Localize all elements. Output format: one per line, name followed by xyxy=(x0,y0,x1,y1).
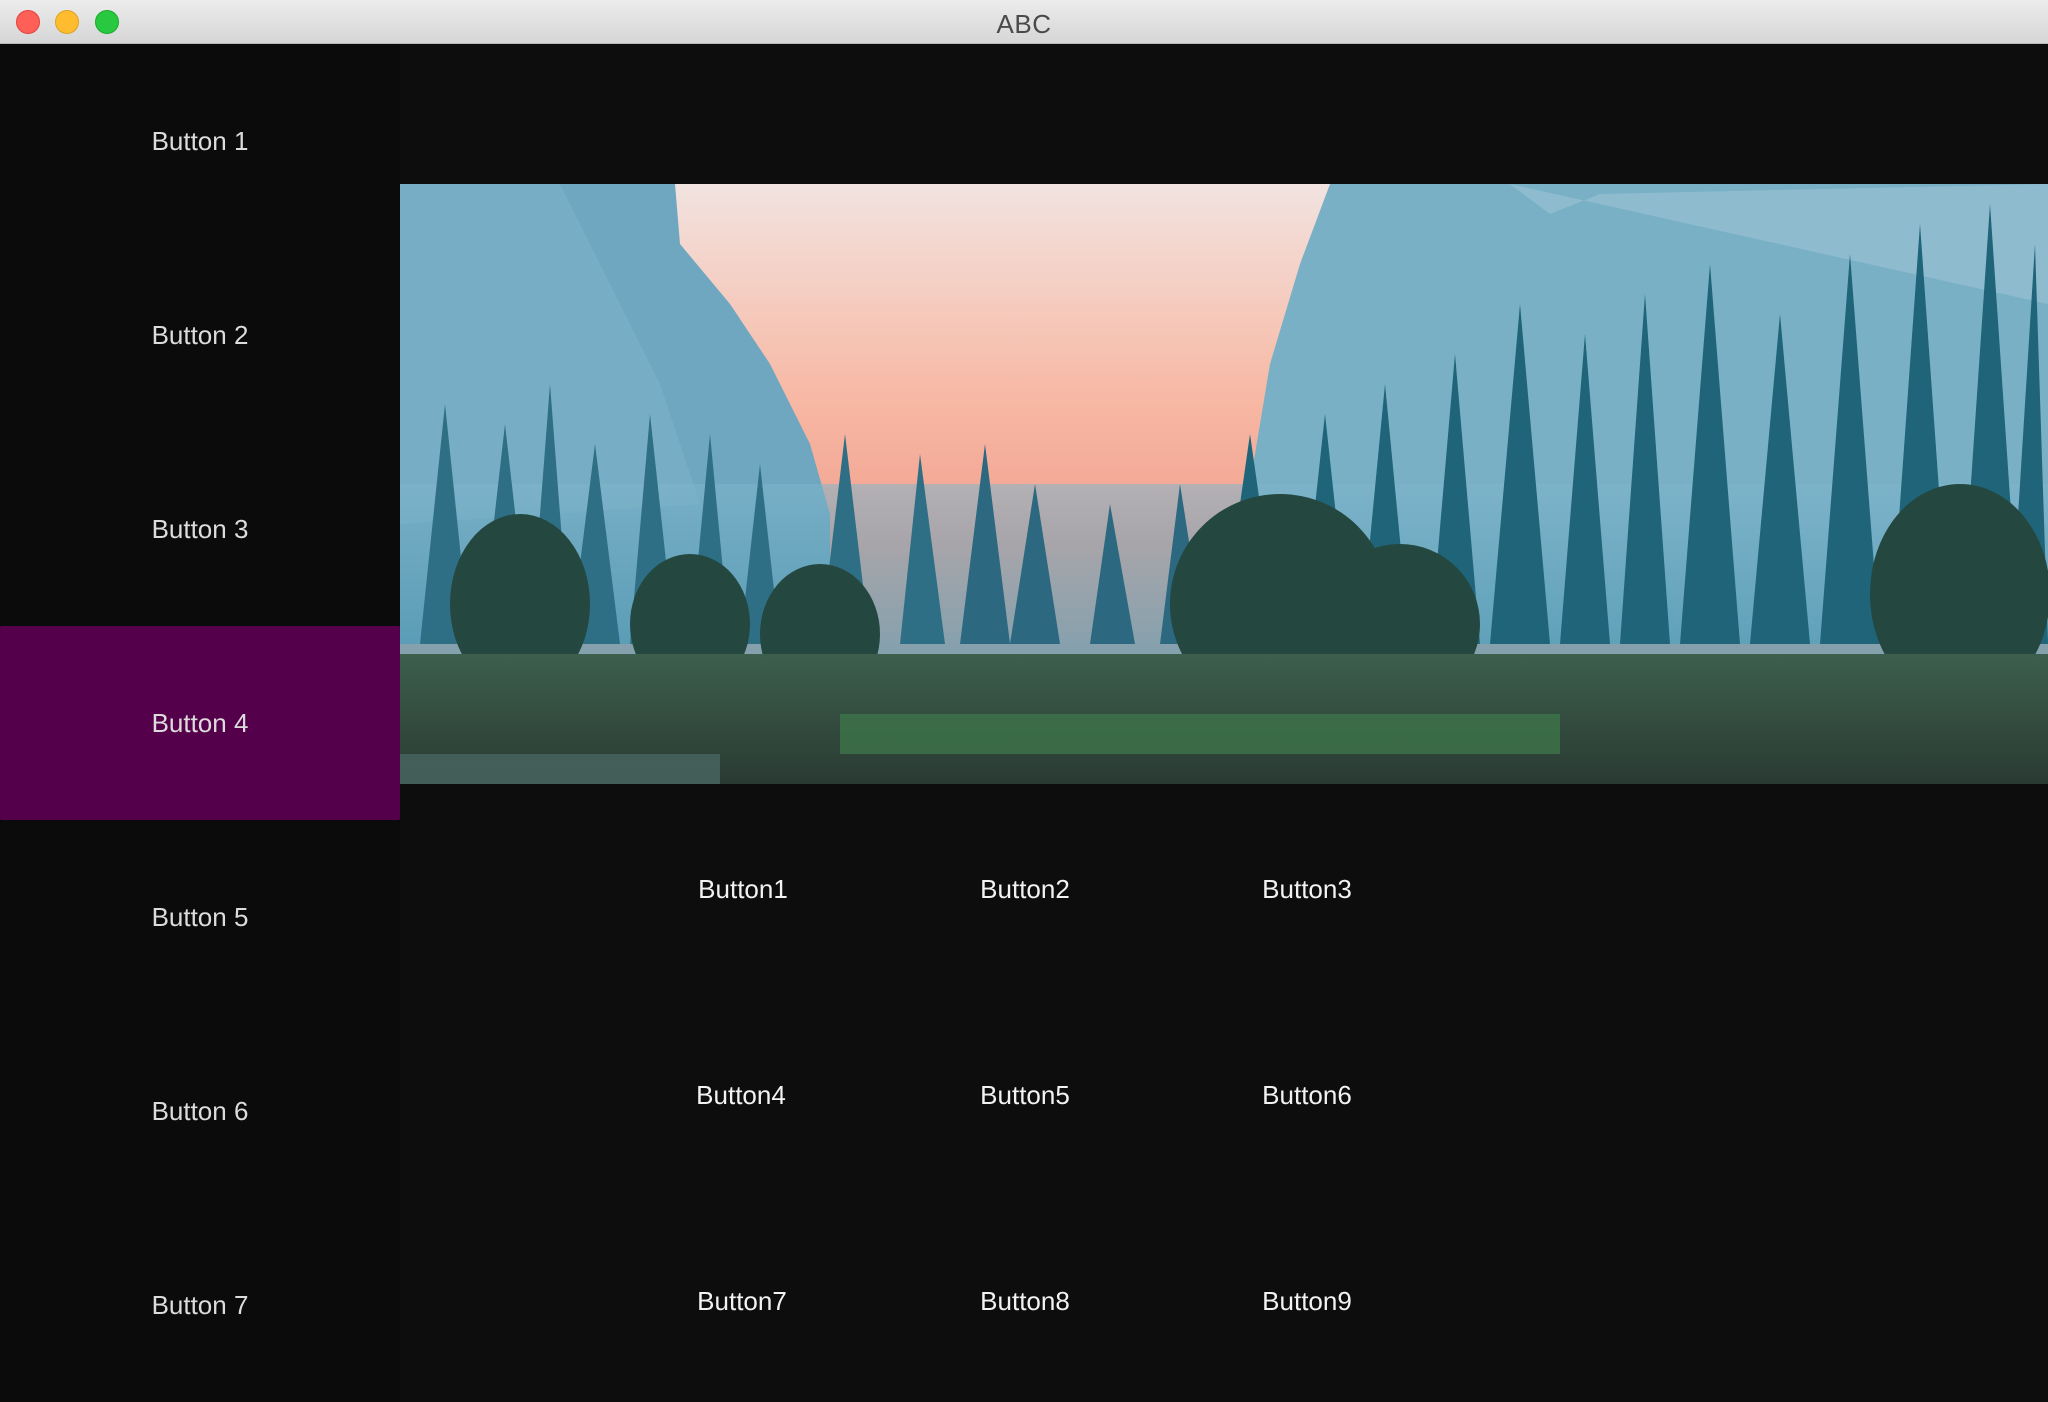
sidebar-button-2[interactable]: Button 2 xyxy=(0,238,400,432)
grid-button-9[interactable]: Button9 xyxy=(1207,1286,1407,1317)
sidebar-button-label: Button 2 xyxy=(151,319,249,350)
sidebar-button-label: Button 4 xyxy=(151,707,249,738)
landscape-illustration xyxy=(400,184,2048,784)
sidebar-button-label: Button 7 xyxy=(151,1289,249,1320)
grid-button-5[interactable]: Button5 xyxy=(925,1080,1125,1111)
sidebar-button-label: Button 5 xyxy=(151,901,249,932)
title-bar[interactable]: ABC xyxy=(0,0,2048,44)
main-content: Button 1 Button 2 Button 3 Button 4 Butt… xyxy=(0,44,2048,1402)
grid-button-7[interactable]: Button7 xyxy=(642,1286,842,1317)
sidebar-button-7[interactable]: Button 7 xyxy=(0,1208,400,1402)
sidebar-button-5[interactable]: Button 5 xyxy=(0,820,400,1014)
landscape-image xyxy=(400,184,2048,784)
sidebar-button-label: Button 6 xyxy=(151,1095,249,1126)
sidebar-button-label: Button 1 xyxy=(151,125,249,156)
sidebar-button-label: Button 3 xyxy=(151,513,249,544)
grid-button-6[interactable]: Button6 xyxy=(1207,1080,1407,1111)
sidebar-button-1[interactable]: Button 1 xyxy=(0,44,400,238)
sidebar: Button 1 Button 2 Button 3 Button 4 Butt… xyxy=(0,44,400,1402)
sidebar-button-3[interactable]: Button 3 xyxy=(0,432,400,626)
grid-button-1[interactable]: Button1 xyxy=(643,874,843,905)
app-window: ABC Button 1 Button 2 Button 3 Button 4 … xyxy=(0,0,2048,1402)
grid-button-4[interactable]: Button4 xyxy=(641,1080,841,1111)
sidebar-button-4[interactable]: Button 4 xyxy=(0,626,400,820)
window-title: ABC xyxy=(996,9,1052,39)
grid-button-2[interactable]: Button2 xyxy=(925,874,1125,905)
grid-button-8[interactable]: Button8 xyxy=(925,1286,1125,1317)
sidebar-button-6[interactable]: Button 6 xyxy=(0,1014,400,1208)
grid-button-3[interactable]: Button3 xyxy=(1207,874,1407,905)
